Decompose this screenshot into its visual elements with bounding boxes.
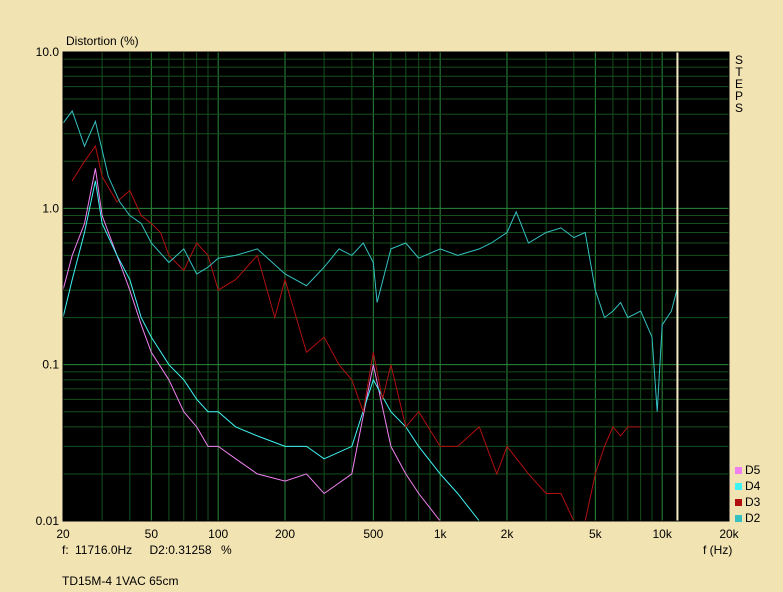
legend-label: D2 bbox=[745, 511, 761, 525]
x-axis-label: f (Hz) bbox=[703, 543, 733, 557]
x-tick-label: 20 bbox=[56, 527, 70, 541]
y-tick-label: 0.01 bbox=[36, 514, 60, 528]
legend-swatch bbox=[735, 514, 742, 522]
legend-item-d5: D5 bbox=[735, 462, 760, 478]
steps-label[interactable]: STEPS bbox=[733, 54, 745, 114]
distortion-chart: 20 50 100 200 500 1k 2k 5k 10k 20k 10.0 1.0 0.1 0.01 bbox=[36, 45, 740, 541]
readout-freq-value: 11716.0Hz bbox=[75, 543, 133, 557]
y-tick-label: 0.1 bbox=[42, 358, 59, 372]
legend-swatch bbox=[735, 498, 742, 506]
legend-swatch bbox=[735, 482, 742, 490]
x-tick-label: 200 bbox=[275, 527, 295, 541]
x-tick-label: 20k bbox=[719, 527, 739, 541]
plot-area bbox=[63, 52, 729, 521]
x-tick-label: 1k bbox=[434, 527, 448, 541]
steps-letter: S bbox=[734, 101, 743, 115]
legend-item-d3: D3 bbox=[735, 494, 760, 510]
legend-label: D5 bbox=[745, 463, 761, 477]
readout-series-value: 0.31258 bbox=[168, 543, 212, 557]
x-tick-label: 500 bbox=[363, 527, 383, 541]
y-tick-label: 10.0 bbox=[36, 45, 60, 59]
y-tick-label: 1.0 bbox=[42, 201, 59, 215]
legend-label: D3 bbox=[745, 495, 761, 509]
cursor-readout: f: 11716.0Hz D2:0.31258 % bbox=[62, 543, 232, 557]
legend-swatch bbox=[735, 466, 742, 474]
x-tick-label: 10k bbox=[652, 527, 672, 541]
readout-series-label: D2: bbox=[149, 543, 169, 557]
x-tick-label: 100 bbox=[208, 527, 228, 541]
legend-label: D4 bbox=[745, 479, 761, 493]
y-axis-label: Distortion (%) bbox=[66, 34, 139, 48]
measurement-caption: TD15M-4 1VAC 65cm bbox=[62, 574, 179, 588]
legend-item-d4: D4 bbox=[735, 478, 760, 494]
legend: D5 D4 D3 D2 bbox=[735, 462, 760, 526]
legend-item-d2: D2 bbox=[735, 510, 760, 526]
readout-unit: % bbox=[220, 543, 232, 557]
x-tick-label: 5k bbox=[589, 527, 603, 541]
x-tick-label: 50 bbox=[145, 527, 159, 541]
x-tick-label: 2k bbox=[501, 527, 515, 541]
readout-freq-label: f: bbox=[62, 543, 69, 557]
